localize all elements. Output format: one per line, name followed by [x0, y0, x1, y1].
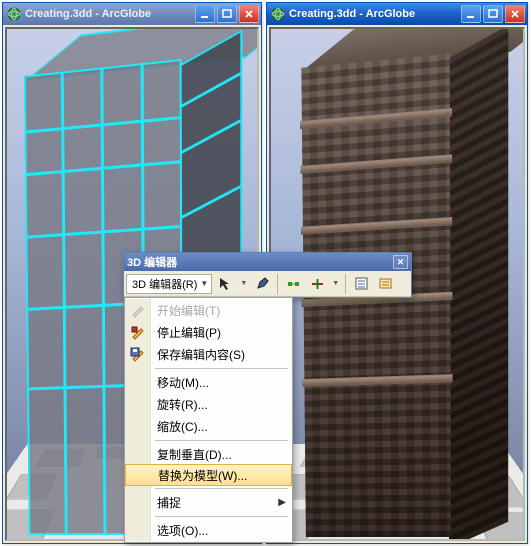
pen-icon — [255, 276, 270, 291]
menu-label: 保存编辑内容(S) — [151, 346, 286, 363]
sketch-icon — [378, 276, 393, 291]
menu-item-options[interactable]: 选项(O)... — [125, 519, 292, 541]
menu-item-duplicate-vertical[interactable]: 复制垂直(D)... — [125, 443, 292, 465]
editor-menu-label: 3D 编辑器(R) — [132, 276, 197, 292]
toolbar-title: 3D 编辑器 — [127, 254, 177, 270]
start-editing-icon — [125, 299, 151, 321]
edit-arrow-icon — [218, 276, 233, 291]
menu-item-rotate[interactable]: 旋转(R)... — [125, 393, 292, 415]
attributes-button[interactable] — [350, 273, 372, 295]
chevron-down-icon[interactable]: ▼ — [330, 280, 341, 287]
menu-label: 停止编辑(P) — [151, 324, 286, 341]
editor-dropdown-menu: 开始编辑(T) 停止编辑(P) 保存编辑内容(S) 移动(M)... 旋转(R)… — [124, 297, 293, 543]
app-icon — [7, 7, 21, 21]
vertex-tool-button[interactable] — [282, 273, 304, 295]
save-edits-icon — [125, 343, 151, 365]
app-icon — [271, 7, 285, 21]
menu-item-scale[interactable]: 缩放(C)... — [125, 415, 292, 437]
menu-label: 缩放(C)... — [151, 418, 286, 435]
close-button[interactable] — [239, 5, 259, 23]
menu-label: 复制垂直(D)... — [151, 446, 286, 463]
submenu-arrow-icon: ▶ — [278, 497, 286, 508]
menu-item-stop-editing[interactable]: 停止编辑(P) — [125, 321, 292, 343]
menu-item-save-edits[interactable]: 保存编辑内容(S) — [125, 343, 292, 365]
close-button[interactable] — [505, 5, 525, 23]
menu-label: 旋转(R)... — [151, 396, 286, 413]
menu-label: 移动(M)... — [151, 374, 286, 391]
split-icon — [310, 276, 325, 291]
pen-tool-button[interactable] — [251, 273, 273, 295]
menu-label: 选项(O)... — [151, 522, 286, 539]
menu-label: 开始编辑(T) — [151, 302, 286, 319]
menu-item-move[interactable]: 移动(M)... — [125, 371, 292, 393]
sketch-properties-button[interactable] — [374, 273, 396, 295]
chevron-down-icon[interactable]: ▼ — [238, 280, 249, 287]
menu-item-replace-with-model[interactable]: 替换为模型(W)... — [125, 464, 292, 486]
editor-menu-button[interactable]: 3D 编辑器(R) ▼ — [126, 274, 212, 294]
toolbar-3d-editor[interactable]: 3D 编辑器 ✕ 3D 编辑器(R) ▼ ▼ ▼ — [123, 252, 412, 298]
maximize-button[interactable] — [217, 5, 237, 23]
menu-item-snapping[interactable]: 捕捉 ▶ — [125, 491, 292, 513]
menu-label: 替换为模型(W)... — [152, 467, 285, 484]
toolbar-close-button[interactable]: ✕ — [393, 255, 408, 269]
menu-label: 捕捉 — [151, 494, 278, 511]
minimize-button[interactable] — [461, 5, 481, 23]
window-title-right: Creating.3dd - ArcGlobe — [289, 8, 415, 20]
chevron-down-icon: ▼ — [200, 279, 208, 288]
maximize-button[interactable] — [483, 5, 503, 23]
attributes-icon — [354, 276, 369, 291]
vertex-icon — [286, 276, 301, 291]
menu-item-start-editing: 开始编辑(T) — [125, 299, 292, 321]
edit-tool-button[interactable] — [214, 273, 236, 295]
split-tool-button[interactable] — [306, 273, 328, 295]
window-title-left: Creating.3dd - ArcGlobe — [25, 8, 151, 20]
minimize-button[interactable] — [195, 5, 215, 23]
stop-editing-icon — [125, 321, 151, 343]
